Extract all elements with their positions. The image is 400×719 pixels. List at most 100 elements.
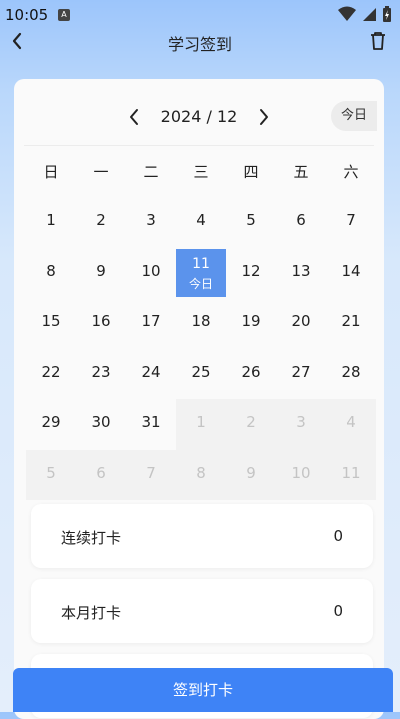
day-number: 14 (341, 261, 361, 280)
day-number: 4 (346, 413, 356, 431)
weekday-header: 日一二三四五六 (26, 147, 376, 197)
page-title: 学习签到 (167, 35, 232, 54)
weekday-label: 二 (143, 163, 159, 181)
calendar-day[interactable]: 25 (176, 349, 226, 400)
status-bar: 10:05 A (0, 0, 400, 30)
day-number: 20 (291, 312, 311, 330)
calendar-day[interactable]: 27 (276, 349, 326, 400)
day-number: 3 (146, 211, 156, 229)
calendar-day[interactable]: 16 (76, 298, 126, 349)
calendar-day[interactable]: 8 (26, 248, 76, 299)
calendar-day[interactable]: 9 (76, 248, 126, 299)
sign-in-button[interactable]: 签到打卡 (13, 668, 393, 712)
day-number: 8 (46, 261, 56, 280)
month-count-label: 本月打卡 (61, 604, 122, 622)
calendar-grid: 日一二三四五六 1 2 3 4 5 6 7 8 9 10 11 今日 12 13 14 15 16 17 18 19 2… (26, 147, 376, 500)
battery-icon (383, 6, 391, 22)
day-number: 2 (96, 211, 106, 229)
calendar-week-row: 22 23 24 25 26 27 28 (26, 349, 376, 400)
calendar-day[interactable]: 30 (76, 399, 126, 450)
calendar-day[interactable]: 3 (126, 197, 176, 248)
delete-button[interactable] (368, 30, 388, 52)
wifi-icon (337, 6, 356, 21)
calendar-day[interactable]: 24 (126, 349, 176, 400)
calendar-day[interactable]: 12 (226, 248, 276, 299)
weekday-label: 日 (43, 163, 59, 181)
weekday-label: 四 (243, 163, 259, 181)
day-number: 24 (141, 362, 161, 381)
calendar-day[interactable]: 7 (126, 449, 176, 500)
calendar-day[interactable]: 28 (326, 349, 376, 400)
streak-value: 0 (333, 527, 343, 545)
calendar-day[interactable]: 7 (326, 197, 376, 248)
day-number: 7 (146, 463, 156, 482)
calendar-day[interactable]: 2 (76, 197, 126, 248)
day-number: 1 (196, 413, 206, 431)
calendar-day[interactable]: 31 (126, 399, 176, 450)
calendar-day[interactable]: 1 (176, 399, 226, 450)
calendar-day[interactable]: 1 (26, 197, 76, 248)
calendar-day[interactable]: 19 (226, 298, 276, 349)
calendar-day[interactable]: 18 (176, 298, 226, 349)
month-header: 2024 / 12 今日 (14, 79, 384, 143)
calendar-week-row: 29 30 31 1 2 3 4 (26, 399, 376, 450)
status-time: 10:05 (5, 6, 49, 24)
month-label: 2024 / 12 (160, 107, 238, 126)
calendar-day[interactable]: 13 (276, 248, 326, 299)
day-number: 19 (241, 312, 261, 330)
day-number: 5 (46, 463, 56, 482)
chevron-right-icon (260, 109, 268, 125)
calendar-day[interactable]: 5 (26, 449, 76, 500)
calendar-day[interactable]: 15 (26, 298, 76, 349)
day-number: 28 (341, 362, 361, 381)
month-count-value: 0 (333, 602, 343, 620)
today-button[interactable]: 今日 (331, 101, 377, 131)
calendar-day[interactable]: 20 (276, 298, 326, 349)
day-number: 29 (41, 413, 61, 431)
day-number: 9 (96, 261, 106, 280)
calendar-day[interactable]: 29 (26, 399, 76, 450)
day-number: 8 (196, 463, 206, 482)
calendar-day[interactable]: 6 (276, 197, 326, 248)
calendar-card: 2024 / 12 今日 日一二三四五六 1 2 3 4 5 6 7 8 9 10 11 今日 12 13… (14, 79, 384, 719)
calendar-day[interactable]: 23 (76, 349, 126, 400)
calendar-day[interactable]: 17 (126, 298, 176, 349)
calendar-week-row: 5 6 7 8 9 10 11 (26, 449, 376, 500)
calendar-day[interactable]: 26 (226, 349, 276, 400)
day-number: 21 (341, 312, 361, 330)
calendar-day[interactable]: 2 (226, 399, 276, 450)
next-month-button[interactable] (254, 107, 272, 127)
calendar-day[interactable]: 10 (126, 248, 176, 299)
day-number: 1 (46, 211, 56, 229)
day-number: 7 (346, 211, 356, 229)
day-number: 10 (141, 261, 161, 280)
day-number: 26 (241, 362, 261, 381)
calendar-day[interactable]: 9 (226, 449, 276, 500)
calendar-day[interactable]: 10 (276, 449, 326, 500)
calendar-day[interactable]: 6 (76, 449, 126, 500)
calendar-day-today[interactable]: 11 今日 (176, 248, 226, 299)
calendar-day[interactable]: 4 (176, 197, 226, 248)
day-number: 27 (291, 362, 311, 381)
day-number: 11 (341, 463, 361, 482)
calendar-day[interactable]: 22 (26, 349, 76, 400)
day-number: 12 (241, 261, 261, 280)
calendar-day[interactable]: 4 (326, 399, 376, 450)
calendar-day[interactable]: 21 (326, 298, 376, 349)
calendar-day[interactable]: 5 (226, 197, 276, 248)
calendar-day[interactable]: 8 (176, 449, 226, 500)
day-number: 16 (91, 312, 111, 330)
day-number: 6 (96, 463, 106, 482)
weekday-label: 三 (193, 163, 209, 181)
nav-bar: 学习签到 (0, 30, 400, 70)
prev-month-button[interactable] (126, 107, 144, 127)
day-number: 30 (91, 413, 111, 431)
day-number: 15 (41, 312, 61, 330)
calendar-week-row: 1 2 3 4 5 6 7 (26, 197, 376, 248)
calendar-day[interactable]: 11 (326, 449, 376, 500)
day-number: 18 (191, 312, 211, 330)
system-icons (337, 6, 392, 22)
calendar-day[interactable]: 14 (326, 248, 376, 299)
calendar-day[interactable]: 3 (276, 399, 326, 450)
day-number: 9 (246, 463, 256, 482)
